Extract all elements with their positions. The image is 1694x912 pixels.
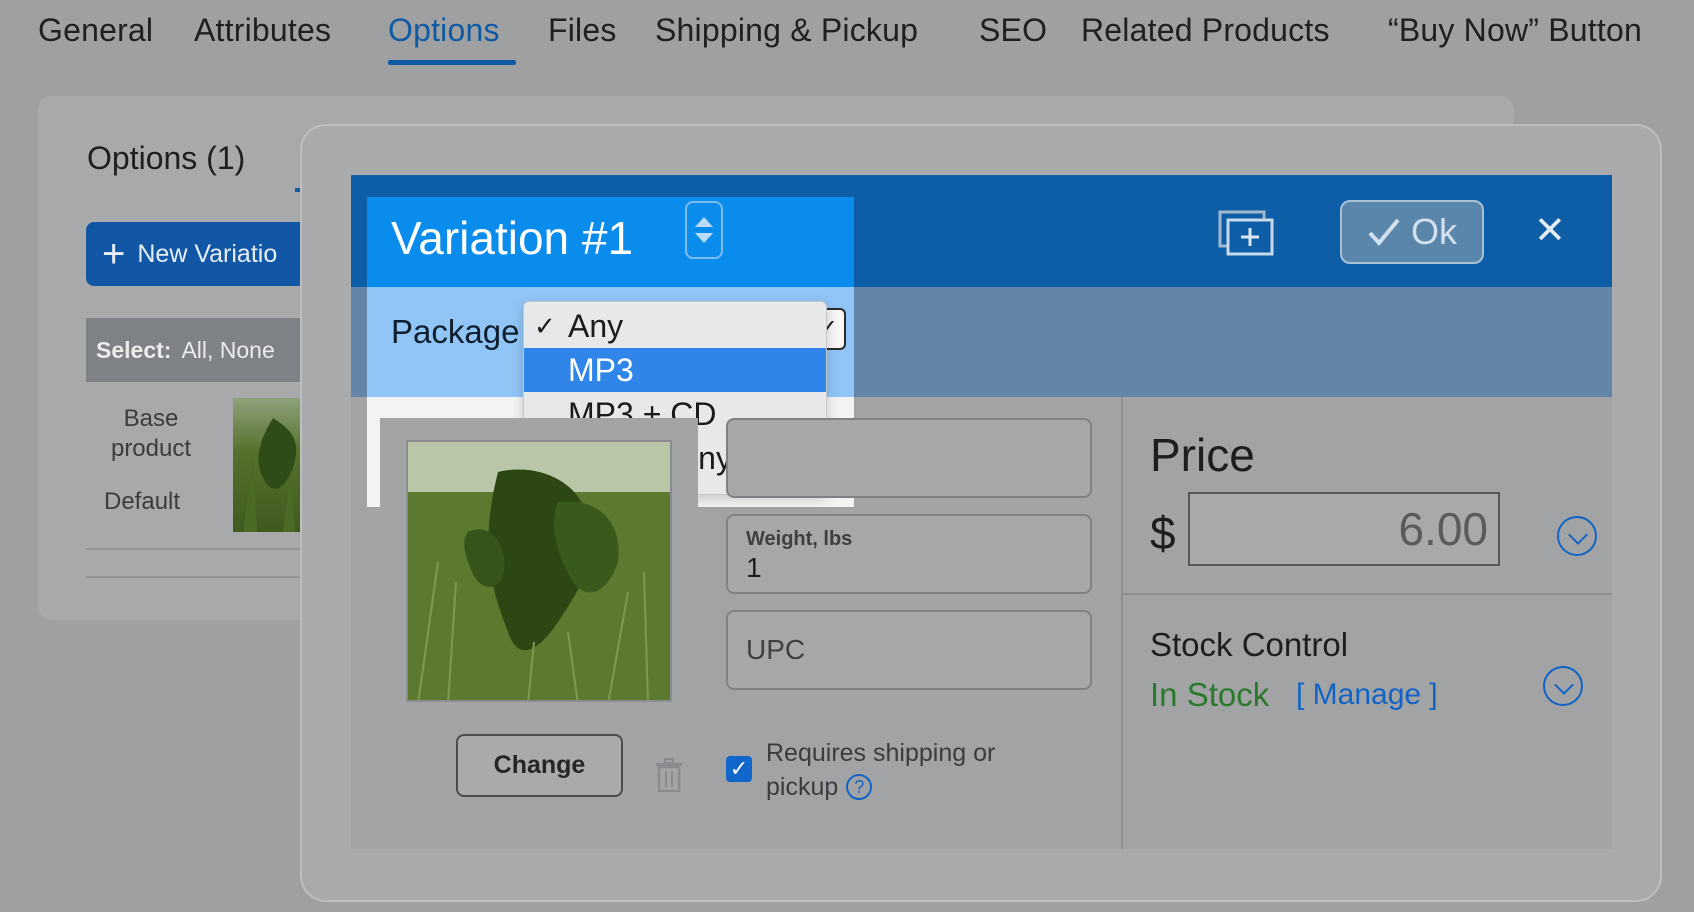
upc-field[interactable]: UPC: [726, 610, 1092, 690]
close-icon[interactable]: ✕: [1534, 208, 1566, 253]
down-arrow-icon[interactable]: [695, 233, 713, 243]
tab-files[interactable]: Files: [548, 12, 617, 49]
top-tab-bar: General Attributes Options Files Shippin…: [0, 0, 1694, 80]
help-icon[interactable]: ?: [846, 774, 873, 800]
divider: [86, 548, 316, 578]
trash-icon[interactable]: [654, 758, 684, 793]
requires-shipping-label: Requires shipping or pickup?: [766, 736, 995, 804]
stock-status: In Stock: [1150, 676, 1270, 713]
tab-buy-now-button[interactable]: “Buy Now” Button: [1388, 12, 1642, 49]
price-expand-icon[interactable]: [1557, 516, 1597, 556]
ok-label: Ok: [1410, 211, 1457, 252]
tab-general[interactable]: General: [38, 12, 153, 49]
plus-icon: +: [102, 232, 126, 276]
up-arrow-icon[interactable]: [695, 217, 713, 227]
tab-shipping-pickup[interactable]: Shipping & Pickup: [655, 12, 918, 49]
change-image-button[interactable]: Change: [456, 734, 623, 797]
checkmark-icon: ✓: [534, 311, 556, 341]
weight-label: Weight, lbs: [746, 528, 853, 550]
package-option-any[interactable]: ✓ Any: [524, 304, 826, 348]
upc-placeholder: UPC: [746, 634, 806, 665]
default-label: Default: [104, 488, 181, 515]
base-product-label: Base product: [110, 405, 192, 462]
sku-field[interactable]: [726, 418, 1092, 498]
checkmark-icon: [1368, 218, 1400, 247]
add-copy-icon[interactable]: [1218, 210, 1274, 256]
ok-button[interactable]: Ok: [1340, 200, 1484, 264]
tab-options[interactable]: Options: [388, 12, 500, 49]
manage-stock-link[interactable]: [ Manage ]: [1296, 678, 1438, 712]
new-variation-button[interactable]: + New Variatio: [86, 222, 316, 286]
package-option-mp3[interactable]: MP3: [524, 348, 826, 392]
requires-shipping-checkbox[interactable]: ✓: [726, 756, 752, 782]
select-label: Select:: [96, 336, 172, 363]
variation-title: Variation #1: [391, 212, 634, 264]
package-label: Package: [391, 313, 520, 350]
stock-expand-icon[interactable]: [1543, 666, 1583, 706]
price-label: Price: [1150, 429, 1255, 481]
select-bar: Select: All, None: [86, 318, 316, 382]
weight-value: 1: [746, 552, 762, 583]
variation-title-bar: Variation #1: [367, 197, 854, 287]
new-variation-label: New Variatio: [137, 239, 278, 268]
requires-shipping-line2: pickup: [766, 773, 839, 801]
active-tab-indicator: [388, 60, 516, 65]
option-label: Any: [568, 308, 624, 344]
weight-field[interactable]: Weight, lbs 1: [726, 514, 1092, 594]
option-label: MP3: [568, 352, 634, 388]
variation-stepper[interactable]: [685, 201, 723, 259]
requires-shipping-line1: Requires shipping or: [766, 739, 996, 767]
tab-related-products[interactable]: Related Products: [1081, 12, 1330, 49]
column-divider: [1121, 397, 1123, 849]
options-title: Options (1): [87, 140, 246, 176]
price-input[interactable]: 6.00: [1188, 492, 1500, 566]
select-all-none-links[interactable]: All, None: [181, 337, 274, 364]
tab-seo[interactable]: SEO: [979, 12, 1047, 49]
stock-control-label: Stock Control: [1150, 626, 1349, 663]
product-image: [406, 440, 672, 702]
tab-attributes[interactable]: Attributes: [194, 12, 331, 49]
price-divider: [1123, 593, 1612, 595]
currency-symbol: $: [1150, 507, 1176, 559]
